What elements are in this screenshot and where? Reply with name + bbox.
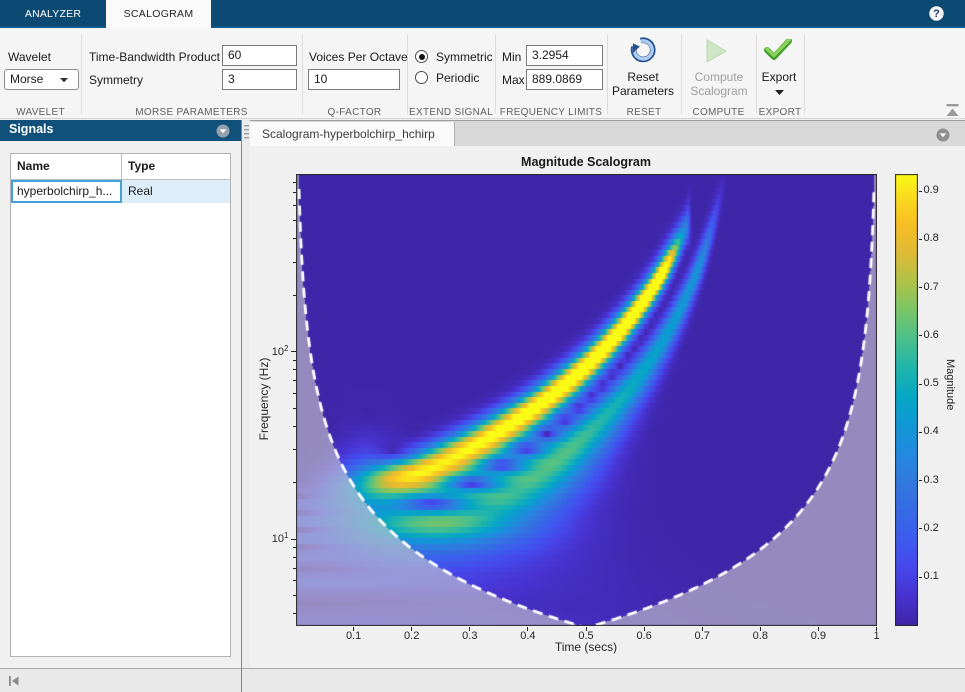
svg-text:?: ? <box>933 8 940 20</box>
